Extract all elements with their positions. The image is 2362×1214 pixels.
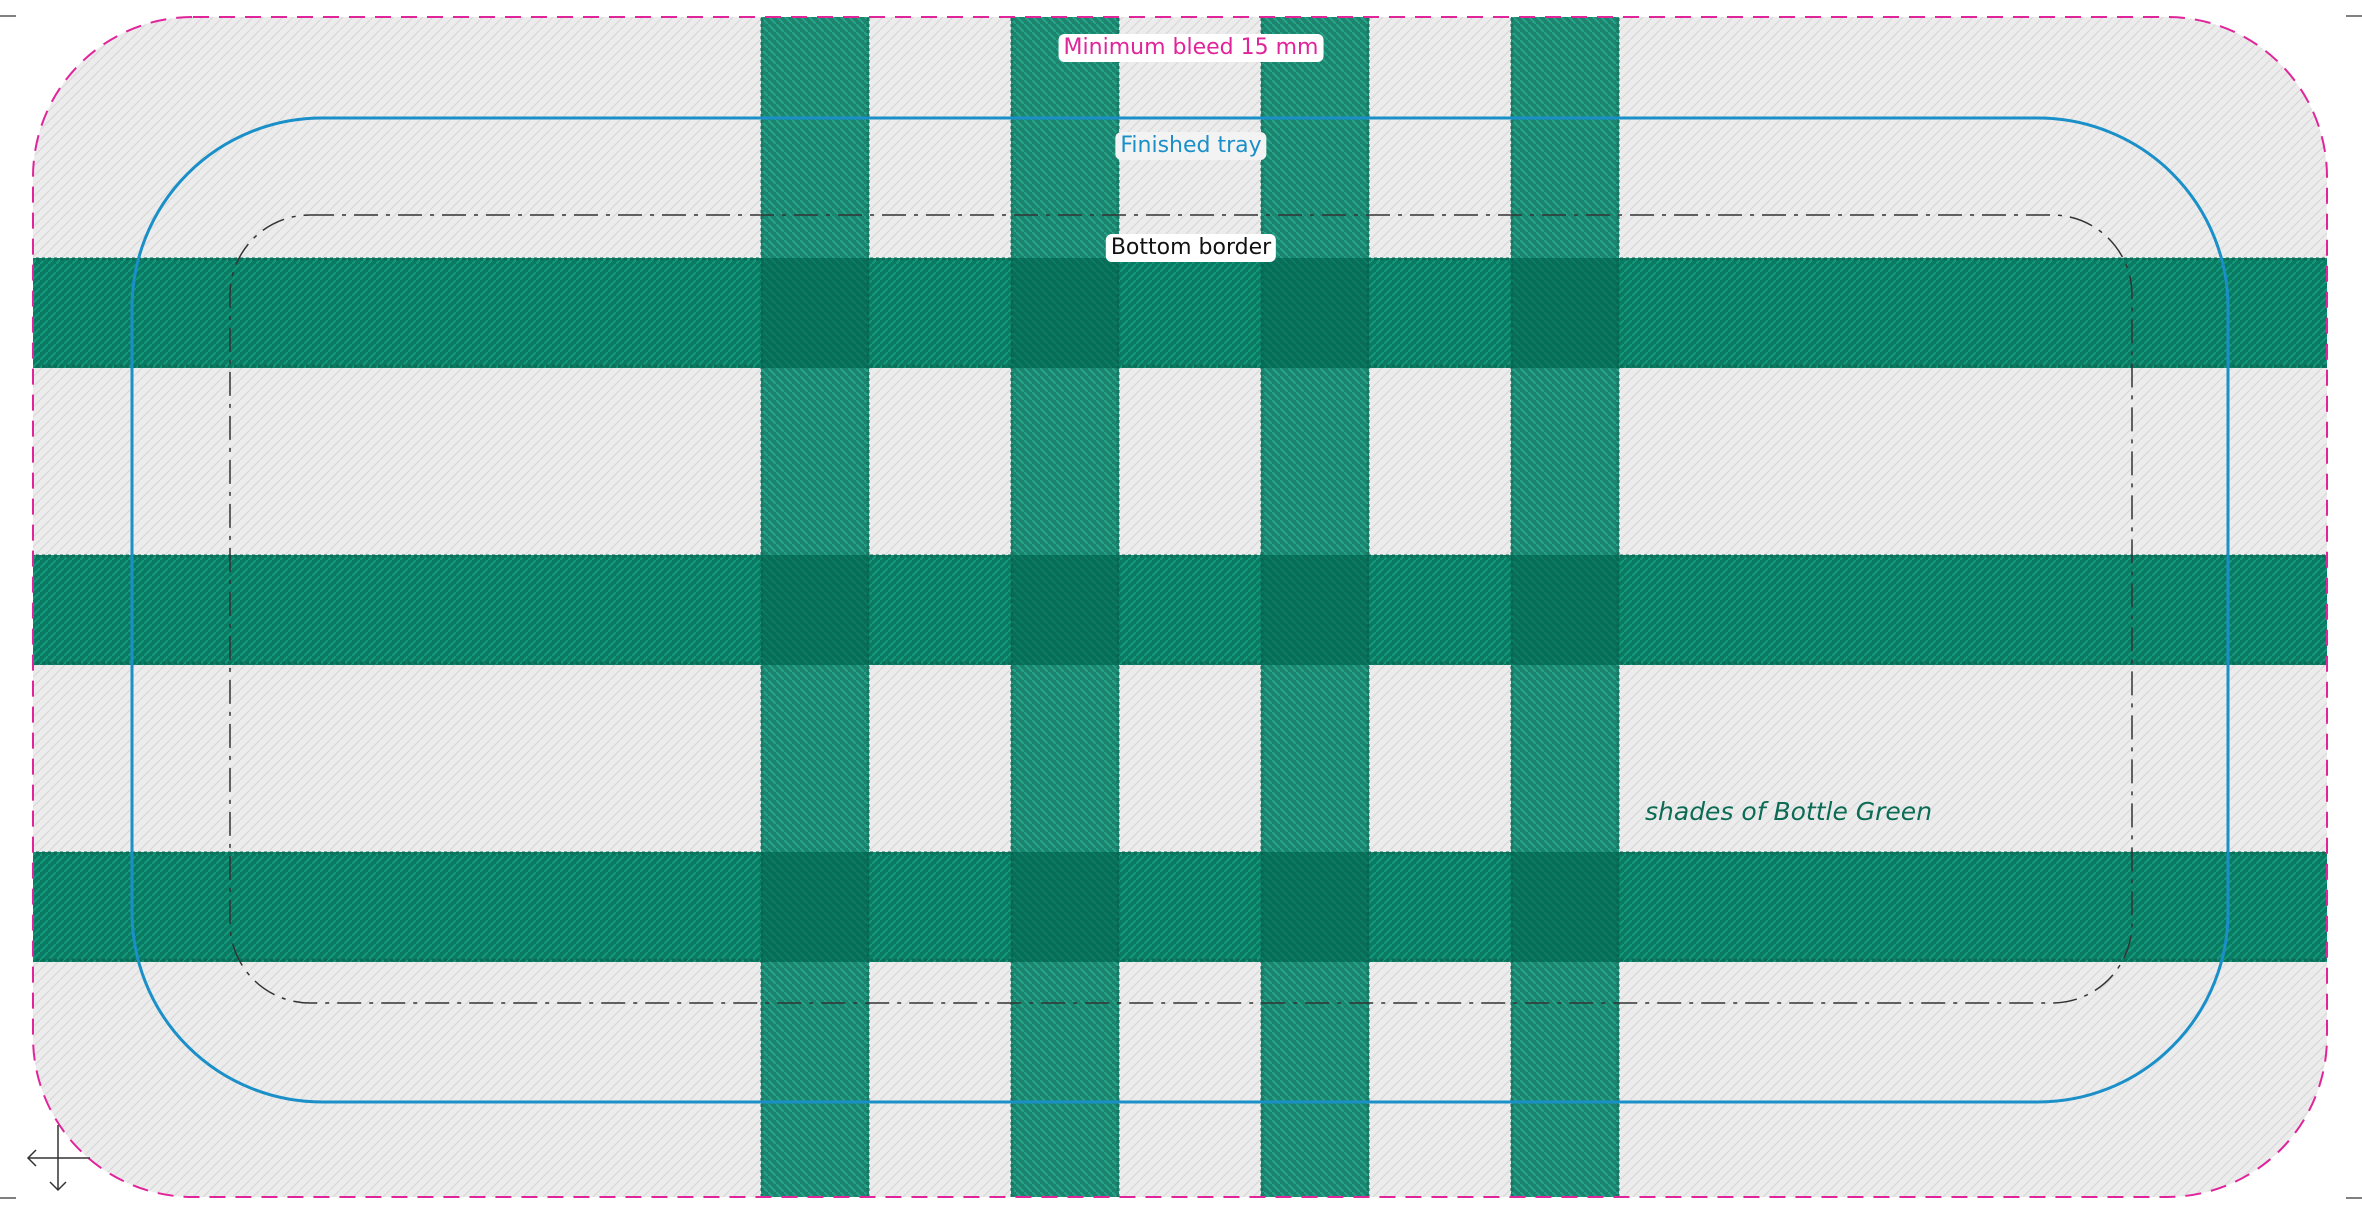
horizontal-stripe-3 [33, 852, 2327, 962]
bottom-border-label: Bottom border [1105, 234, 1277, 262]
tray-artwork [0, 15, 2362, 1199]
horizontal-stripes [33, 257, 2327, 962]
fabric-plaid [33, 17, 2327, 1197]
horizontal-stripe-2 [33, 555, 2327, 665]
fabric-color-note: shades of Bottle Green [1645, 797, 1933, 826]
minimum-bleed-label: Minimum bleed 15 mm [1058, 34, 1324, 62]
finished-tray-label: Finished tray [1115, 132, 1267, 160]
horizontal-stripe-1 [33, 258, 2327, 368]
